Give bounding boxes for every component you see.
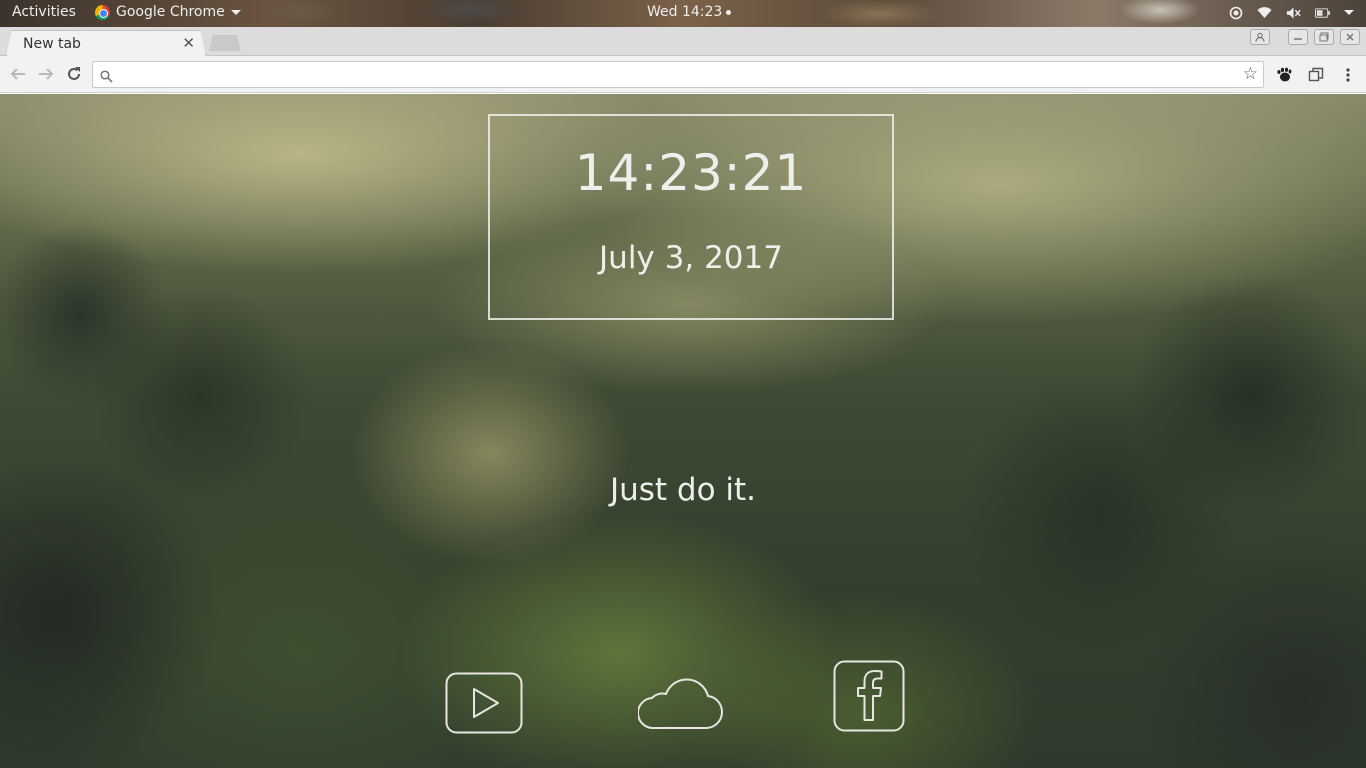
reload-icon[interactable] <box>64 64 84 84</box>
cloud-link[interactable] <box>636 672 724 734</box>
close-window-button[interactable] <box>1340 29 1360 45</box>
clock-widget: 14:23:21 July 3, 2017 <box>488 114 894 320</box>
battery-icon <box>1315 5 1330 20</box>
profile-icon[interactable] <box>1250 29 1270 45</box>
tab-title: New tab <box>23 36 81 52</box>
cloud-icon <box>636 672 724 734</box>
back-arrow-icon[interactable] <box>8 64 28 84</box>
location-icon <box>1228 5 1243 20</box>
search-icon <box>100 68 113 87</box>
address-bar[interactable]: ☆ <box>92 61 1264 88</box>
tab-new-tab[interactable]: New tab ✕ <box>6 30 206 56</box>
gnome-extension-icon[interactable] <box>1274 65 1294 85</box>
minimize-button[interactable] <box>1288 29 1308 45</box>
facebook-icon <box>833 660 905 736</box>
system-menu-arrow-icon <box>1344 10 1354 15</box>
new-tab-button[interactable] <box>209 35 241 51</box>
tab-close-icon[interactable]: ✕ <box>182 34 195 52</box>
volume-muted-icon <box>1286 5 1301 20</box>
chrome-logo-icon <box>95 4 110 20</box>
window-controls <box>1250 29 1360 45</box>
app-menu[interactable]: Google Chrome <box>95 4 241 20</box>
gnome-top-bar: Activities Google Chrome Wed 14:23 <box>0 0 1366 27</box>
menu-kebab-icon[interactable] <box>1338 65 1358 85</box>
app-menu-label: Google Chrome <box>116 4 225 20</box>
notification-dot-icon <box>726 9 732 15</box>
youtube-link[interactable] <box>445 672 523 738</box>
forward-arrow-icon[interactable] <box>36 64 56 84</box>
youtube-play-icon <box>445 672 523 738</box>
address-input[interactable] <box>121 65 1221 84</box>
top-bar-clock[interactable]: Wed 14:23 <box>647 4 732 20</box>
facebook-link[interactable] <box>833 660 905 736</box>
new-tab-page: 14:23:21 July 3, 2017 Just do it. <box>0 94 1366 768</box>
maximize-button[interactable] <box>1314 29 1334 45</box>
wifi-icon <box>1257 5 1272 20</box>
browser-toolbar: ☆ <box>0 56 1366 93</box>
tab-strip: New tab ✕ <box>0 27 1366 56</box>
bookmark-star-icon[interactable]: ☆ <box>1243 64 1258 84</box>
clock-time: 14:23:21 <box>574 144 808 202</box>
cast-extension-icon[interactable] <box>1306 65 1326 85</box>
system-tray[interactable] <box>1228 5 1354 20</box>
chevron-down-icon <box>230 9 241 15</box>
motto-text: Just do it. <box>609 472 757 508</box>
activities-button[interactable]: Activities <box>12 4 76 20</box>
clock-date: July 3, 2017 <box>599 240 783 276</box>
clock-label: Wed 14:23 <box>647 4 723 20</box>
